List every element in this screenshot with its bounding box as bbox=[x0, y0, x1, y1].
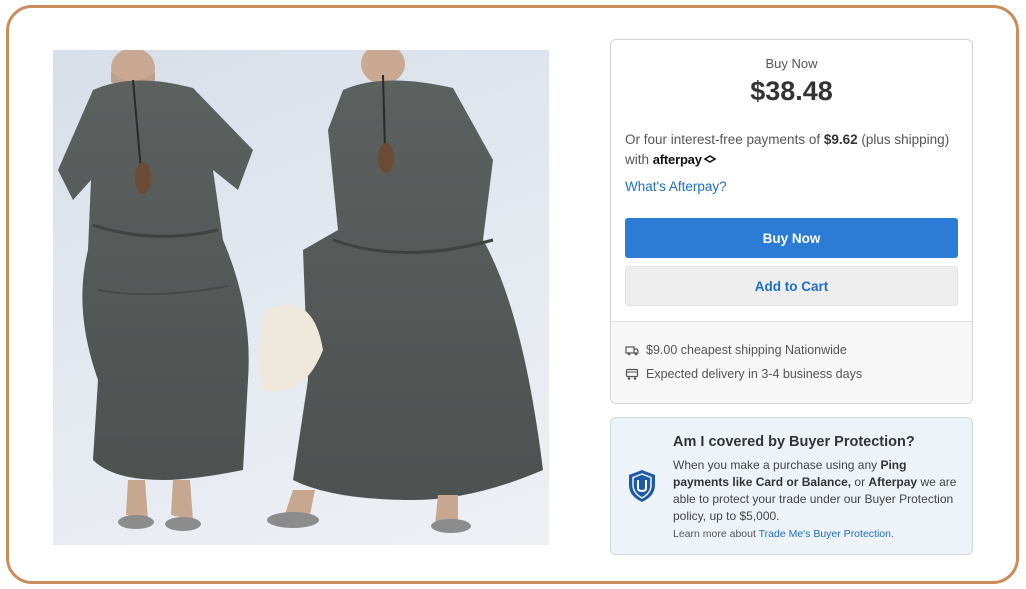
shield-check-icon bbox=[629, 470, 655, 502]
afterpay-installment: $9.62 bbox=[823, 132, 858, 147]
price: $38.48 bbox=[750, 76, 833, 106]
dress-illustration bbox=[58, 50, 543, 533]
afterpay-logo: afterpay bbox=[653, 152, 717, 167]
afterpay-offer: Or four interest-free payments of $9.62 … bbox=[625, 130, 955, 170]
delivery-estimate-row: Expected delivery in 3-4 business days bbox=[625, 367, 862, 381]
learn-more-prefix: Learn more about bbox=[673, 528, 759, 540]
protection-body-bold-2: Afterpay bbox=[868, 475, 918, 489]
purchase-panel: Buy Now $38.48 Or four interest-free pay… bbox=[610, 39, 973, 404]
cheapest-shipping-text: $9.00 cheapest shipping Nationwide bbox=[646, 343, 847, 357]
buyer-protection-card: Am I covered by Buyer Protection? When y… bbox=[610, 417, 973, 555]
delivery-estimate-text: Expected delivery in 3-4 business days bbox=[646, 367, 863, 381]
buyer-protection-link[interactable]: Trade Me's Buyer Protection bbox=[759, 528, 891, 540]
whats-afterpay-link[interactable]: What's Afterpay? bbox=[625, 179, 727, 194]
model-right bbox=[259, 50, 543, 533]
buy-now-heading: Buy Now bbox=[765, 56, 818, 71]
afterpay-arrows-icon bbox=[703, 155, 717, 163]
protection-body-1: When you make a purchase using any bbox=[673, 458, 881, 472]
buy-now-button[interactable]: Buy Now bbox=[625, 218, 958, 258]
buyer-protection-learn-more: Learn more about Trade Me's Buyer Protec… bbox=[673, 528, 894, 540]
add-to-cart-button[interactable]: Add to Cart bbox=[625, 266, 958, 306]
shipping-info: $9.00 cheapest shipping Nationwide Expec… bbox=[611, 321, 972, 403]
cheapest-shipping-row: $9.00 cheapest shipping Nationwide bbox=[625, 343, 847, 357]
protection-body-2: or bbox=[851, 475, 869, 489]
delivery-van-icon bbox=[625, 368, 639, 380]
model-left bbox=[58, 50, 253, 531]
afterpay-logo-text: afterpay bbox=[652, 152, 702, 167]
afterpay-text-before: Or four interest-free payments of bbox=[625, 132, 824, 147]
buyer-protection-body: When you make a purchase using any Ping … bbox=[673, 457, 963, 525]
buyer-protection-title: Am I covered by Buyer Protection? bbox=[673, 434, 915, 450]
truck-icon bbox=[625, 346, 639, 356]
learn-more-suffix: . bbox=[890, 528, 894, 540]
product-image[interactable] bbox=[53, 50, 549, 545]
